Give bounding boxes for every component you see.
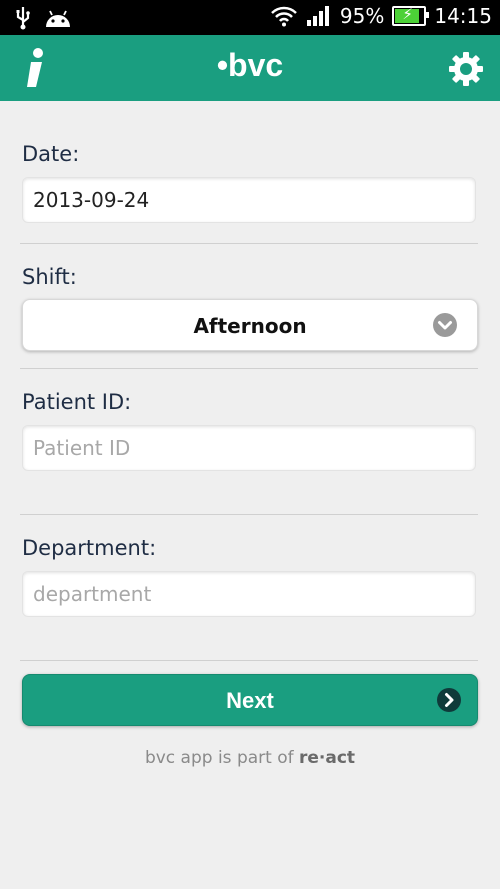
department-placeholder: department	[33, 582, 152, 606]
department-label: Department:	[22, 536, 157, 560]
next-button[interactable]: Next	[22, 674, 478, 726]
patient-id-label: Patient ID:	[22, 390, 132, 414]
next-button-label: Next	[226, 688, 274, 713]
signal-icon	[306, 6, 329, 26]
shift-label: Shift:	[22, 265, 77, 289]
wifi-icon	[271, 6, 297, 27]
react-brand-link[interactable]: re·act	[299, 748, 355, 768]
divider	[20, 660, 478, 661]
shift-select[interactable]: Afternoon	[22, 299, 478, 351]
divider	[20, 368, 478, 369]
footer-prefix: bvc app is part of	[144, 748, 299, 768]
date-field[interactable]: 2013-09-24	[22, 177, 476, 223]
clock: 14:15	[434, 4, 492, 28]
patient-id-placeholder: Patient ID	[33, 436, 131, 460]
chevron-down-icon	[433, 313, 457, 337]
gear-icon[interactable]	[448, 51, 484, 87]
chevron-right-icon	[437, 688, 461, 712]
date-value: 2013-09-24	[33, 188, 150, 212]
date-label: Date:	[22, 142, 80, 166]
department-field[interactable]: department	[22, 571, 476, 617]
battery-percent: 95%	[339, 4, 385, 28]
usb-icon	[16, 7, 30, 30]
app-bar: •bvc	[0, 35, 500, 101]
battery-icon: ⚡	[392, 5, 430, 26]
shift-selected-value: Afternoon	[193, 314, 307, 338]
footer-text: bvc app is part of re·act	[0, 748, 500, 768]
divider	[20, 243, 478, 244]
status-bar: 95% ⚡ 14:15	[0, 0, 500, 35]
android-icon	[46, 10, 70, 27]
brand-logo: •bvc	[216, 47, 284, 83]
patient-id-field[interactable]: Patient ID	[22, 425, 476, 471]
divider	[20, 514, 478, 515]
